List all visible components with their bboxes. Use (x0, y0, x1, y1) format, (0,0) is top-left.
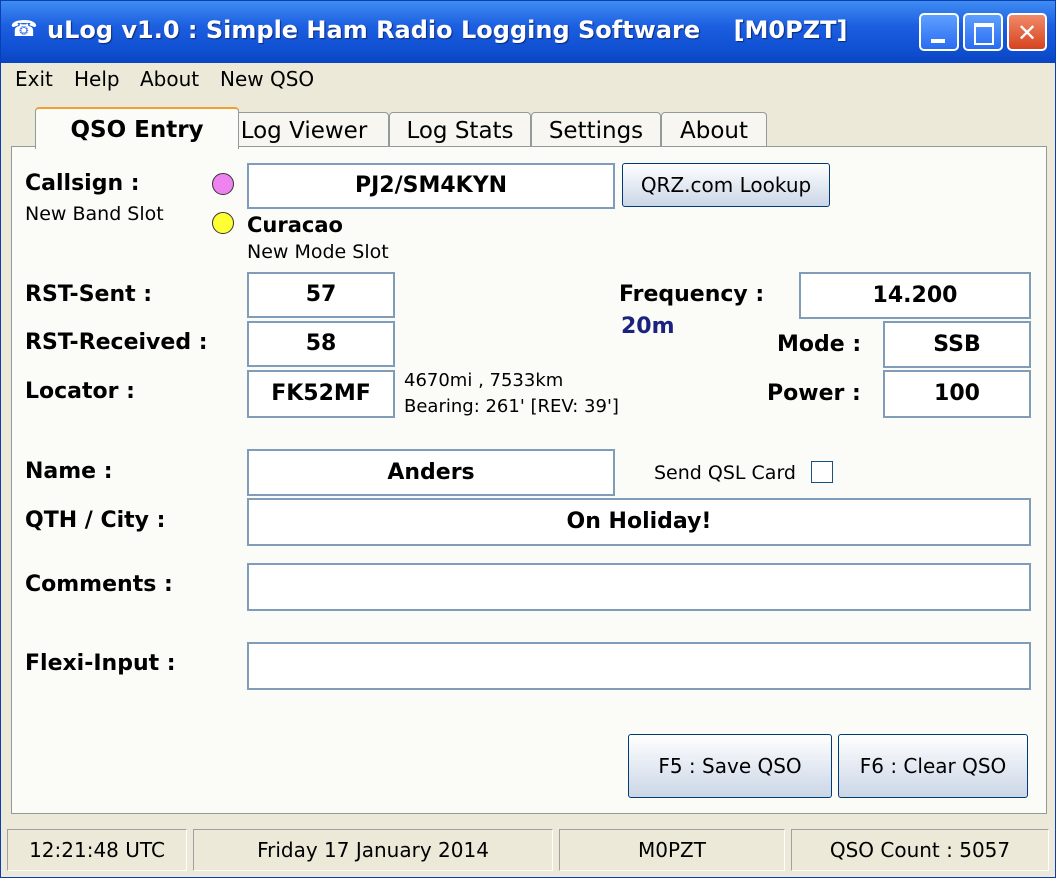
band-text: 20m (621, 314, 675, 339)
menu-help[interactable]: Help (74, 67, 120, 91)
power-label: Power : (767, 381, 861, 406)
country-text: Curacao (247, 213, 343, 237)
comments-label: Comments : (25, 572, 173, 597)
status-operator: M0PZT (559, 829, 785, 871)
new-mode-slot-text: New Mode Slot (247, 241, 389, 263)
send-qsl-checkbox[interactable] (811, 461, 833, 483)
minimize-button[interactable] (919, 13, 959, 51)
menu-new-qso[interactable]: New QSO (220, 67, 314, 91)
clear-qso-button[interactable]: F6 : Clear QSO (838, 734, 1028, 798)
save-qso-button[interactable]: F5 : Save QSO (628, 734, 832, 798)
tab-settings[interactable]: Settings (531, 112, 661, 148)
send-qsl-label: Send QSL Card (654, 462, 796, 484)
qth-input[interactable]: On Holiday! (247, 498, 1031, 546)
tab-log-viewer[interactable]: Log Viewer (219, 112, 389, 148)
locator-input[interactable]: FK52MF (247, 370, 395, 418)
app-radio-icon: ☎ (10, 17, 38, 42)
frequency-label: Frequency : (619, 282, 765, 307)
status-date: Friday 17 January 2014 (193, 829, 553, 871)
mode-label: Mode : (777, 332, 862, 357)
qth-label: QTH / City : (25, 508, 166, 533)
rst-received-label: RST-Received : (25, 330, 208, 355)
rst-sent-label: RST-Sent : (25, 282, 153, 307)
menu-about[interactable]: About (140, 67, 199, 91)
status-time: 12:21:48 UTC (7, 829, 187, 871)
mode-slot-indicator-icon (212, 212, 234, 234)
mode-input[interactable]: SSB (883, 321, 1031, 368)
tab-log-stats[interactable]: Log Stats (389, 112, 531, 148)
window-callsign-tag: [M0PZT] (733, 16, 848, 44)
status-qso-count: QSO Count : 5057 (791, 829, 1049, 871)
maximize-button[interactable] (963, 13, 1003, 51)
window-title-text: uLog v1.0 : Simple Ham Radio Logging Sof… (47, 16, 701, 44)
menu-exit[interactable]: Exit (15, 67, 53, 91)
name-label: Name : (25, 459, 113, 484)
status-bar: 12:21:48 UTC Friday 17 January 2014 M0PZ… (1, 823, 1055, 877)
rst-received-input[interactable]: 58 (247, 321, 395, 367)
app-window: ☎ uLog v1.0 : Simple Ham Radio Logging S… (0, 0, 1056, 878)
frequency-input[interactable]: 14.200 (799, 272, 1031, 319)
distance-text: 4670mi , 7533km (404, 370, 564, 391)
flexi-input[interactable] (247, 642, 1031, 690)
tab-about[interactable]: About (661, 112, 767, 148)
qrz-lookup-button[interactable]: QRZ.com Lookup (622, 163, 830, 207)
callsign-label: Callsign : (25, 171, 140, 196)
band-slot-indicator-icon (212, 173, 234, 195)
new-band-slot-text: New Band Slot (25, 203, 164, 225)
menu-bar: Exit Help About New QSO (1, 63, 1055, 95)
callsign-input[interactable]: PJ2/SM4KYN (247, 163, 615, 209)
locator-label: Locator : (25, 379, 135, 404)
title-bar[interactable]: ☎ uLog v1.0 : Simple Ham Radio Logging S… (1, 1, 1055, 63)
power-input[interactable]: 100 (883, 370, 1031, 418)
close-button[interactable] (1007, 13, 1047, 51)
comments-input[interactable] (247, 563, 1031, 611)
flexi-input-label: Flexi-Input : (25, 651, 176, 676)
name-input[interactable]: Anders (247, 449, 615, 496)
rst-sent-input[interactable]: 57 (247, 272, 395, 318)
bearing-text: Bearing: 261' [REV: 39'] (404, 396, 619, 417)
tab-qso-entry[interactable]: QSO Entry (35, 107, 239, 149)
window-title: uLog v1.0 : Simple Ham Radio Logging Sof… (47, 16, 847, 44)
